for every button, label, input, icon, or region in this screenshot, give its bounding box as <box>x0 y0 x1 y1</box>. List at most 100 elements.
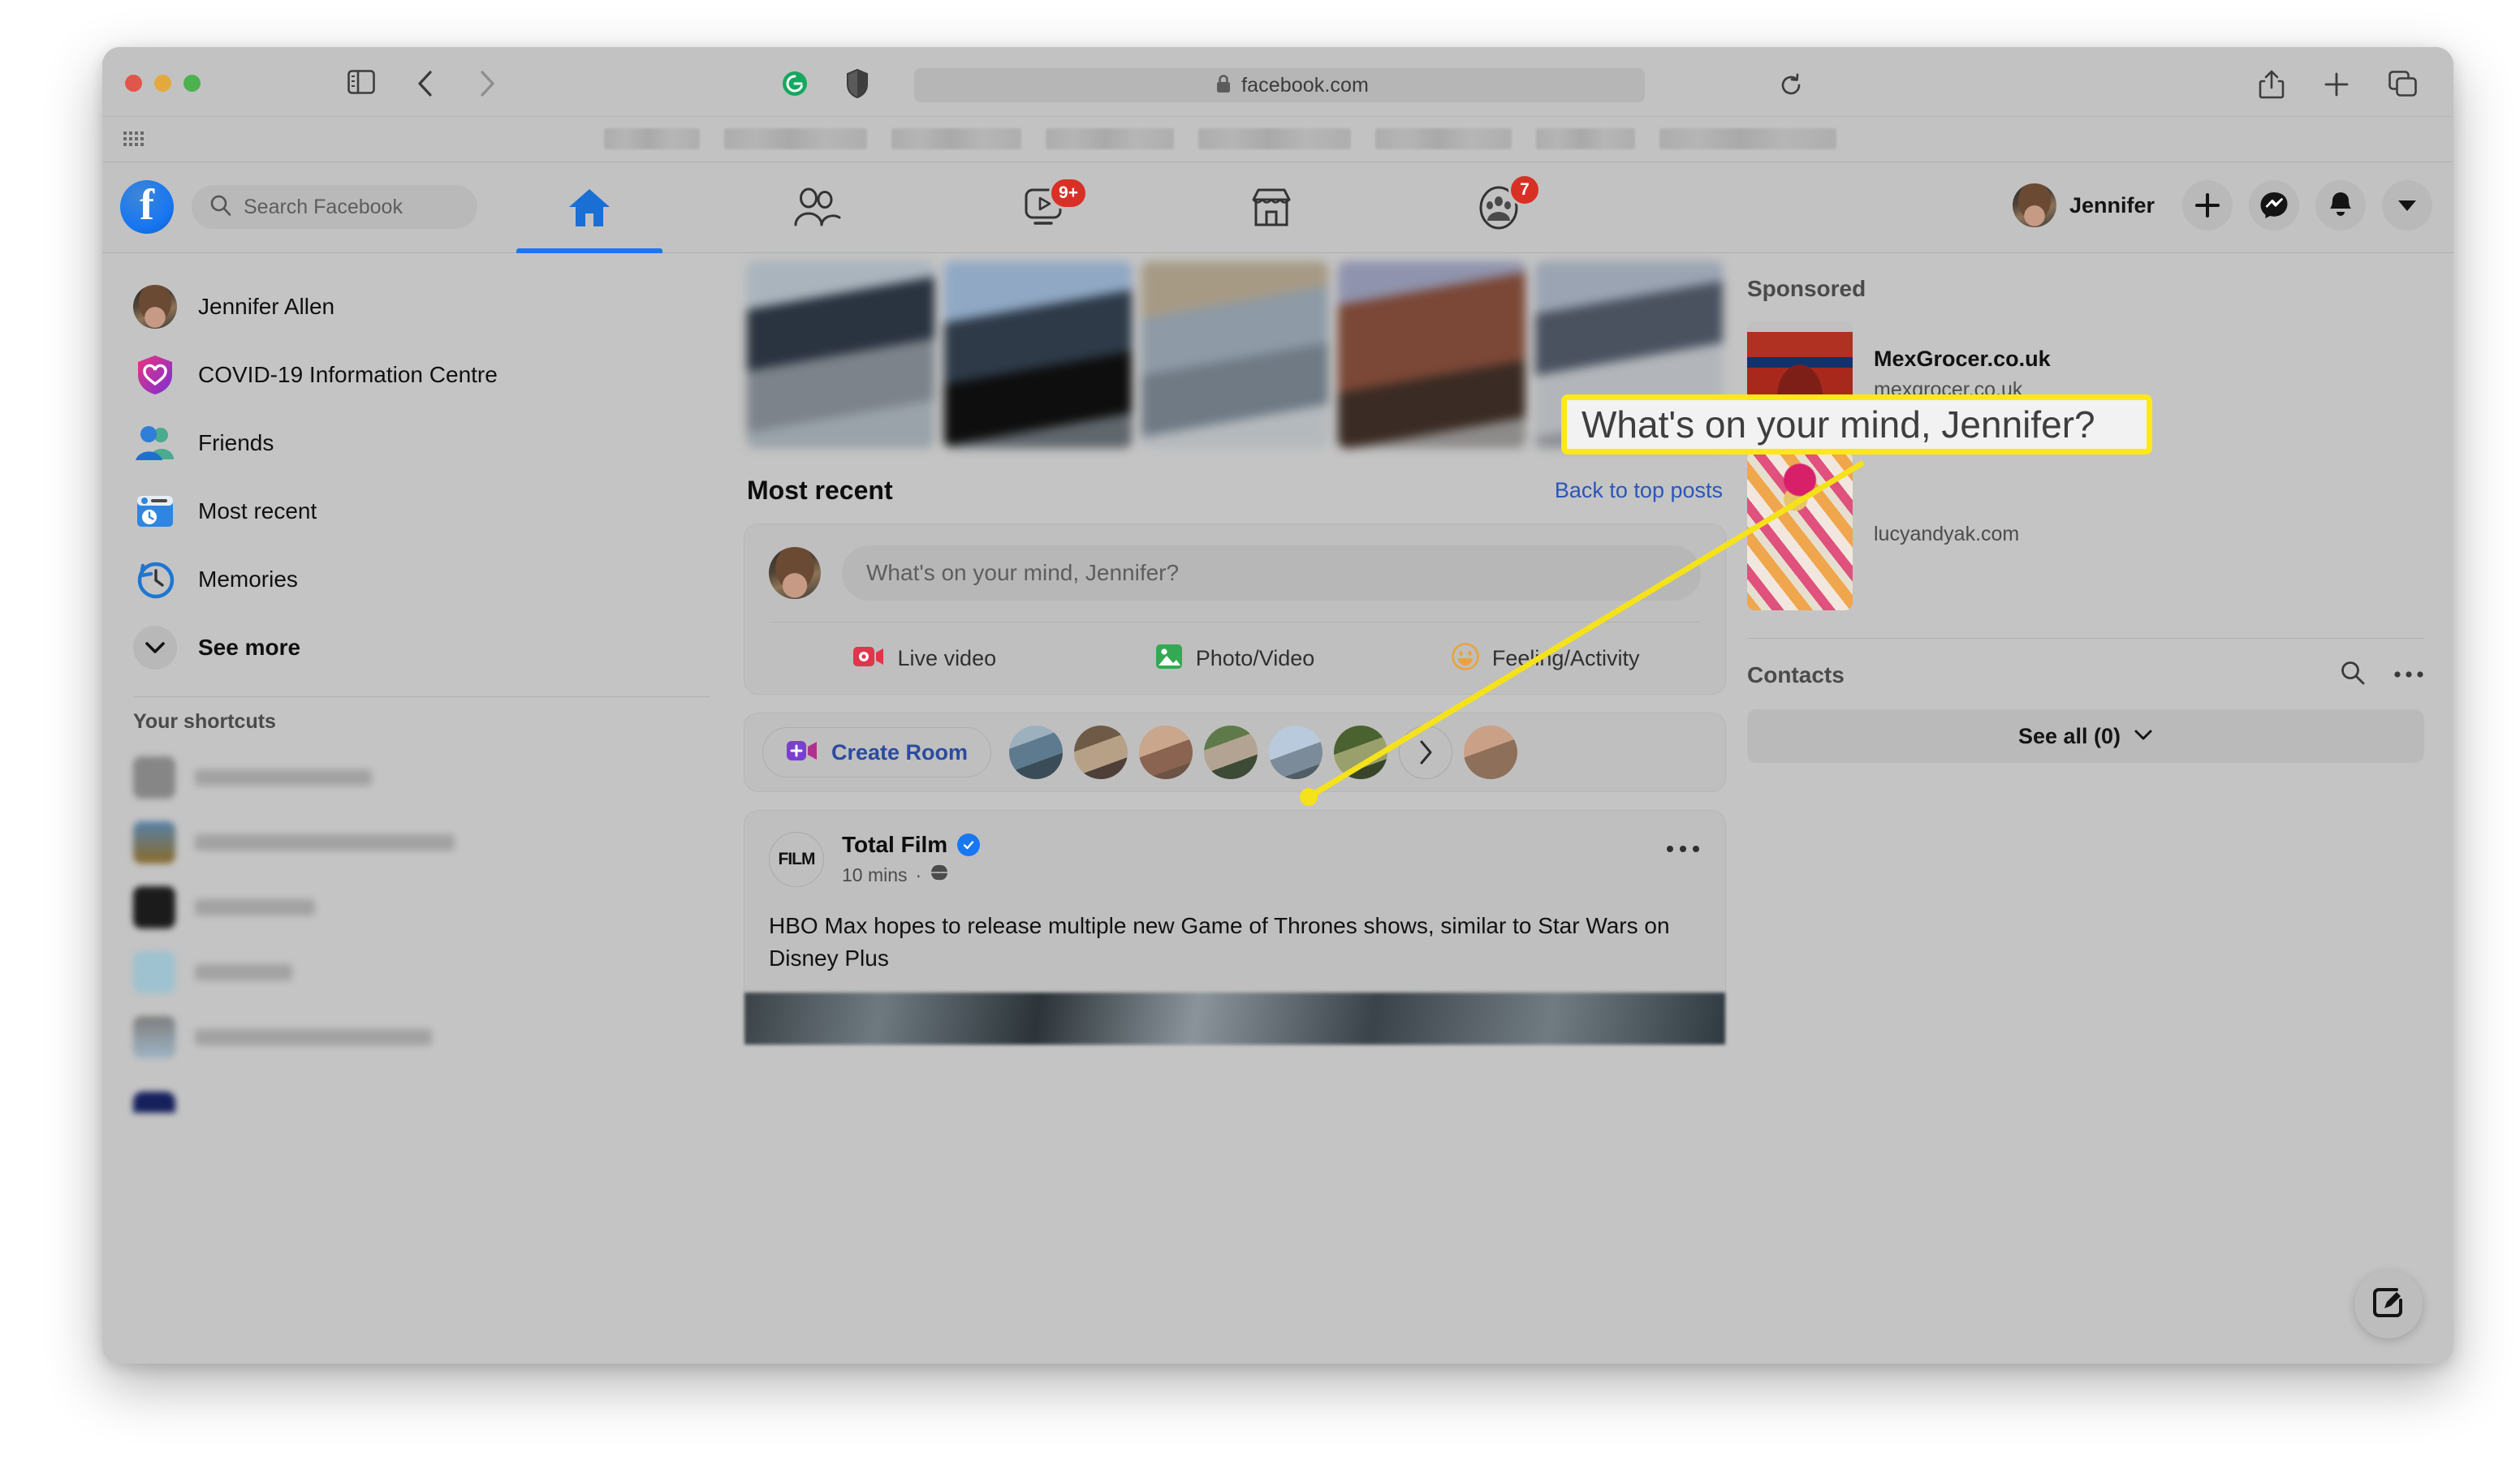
reload-icon[interactable] <box>1779 73 1803 101</box>
messenger-button[interactable] <box>2249 180 2299 230</box>
covid-shield-icon <box>133 353 177 397</box>
sidebar-toggle-icon[interactable] <box>347 70 375 98</box>
list-item[interactable] <box>120 1070 714 1135</box>
grid-icon[interactable] <box>123 131 144 146</box>
shortcut-thumb <box>133 886 175 928</box>
search-icon <box>209 194 232 221</box>
avatar[interactable] <box>1139 726 1193 779</box>
account-menu-button[interactable] <box>2382 180 2432 230</box>
composer-actions: Live video Photo/Video Feeling/Activity <box>769 622 1701 694</box>
feeling-activity-icon <box>1452 642 1479 674</box>
post-image[interactable] <box>744 992 1725 1045</box>
bookmark-item[interactable] <box>724 128 867 149</box>
list-item[interactable] <box>120 940 714 1005</box>
ellipsis-icon[interactable] <box>2393 668 2424 683</box>
search-input[interactable]: Search Facebook <box>192 185 477 229</box>
shortcut-label <box>195 899 315 915</box>
profile-avatar <box>133 285 177 329</box>
avatar[interactable] <box>769 547 821 599</box>
shortcuts-title: Your shortcuts <box>133 710 276 733</box>
chevron-right-icon[interactable] <box>1399 726 1453 779</box>
live-video-label: Live video <box>897 645 997 670</box>
story-card[interactable] <box>1338 261 1526 448</box>
bookmark-item[interactable] <box>1198 128 1351 149</box>
share-icon[interactable] <box>2259 70 2285 103</box>
sidebar-item-label: Jennifer Allen <box>198 294 335 319</box>
story-card[interactable] <box>943 261 1132 448</box>
live-video-button[interactable]: Live video <box>769 622 1080 694</box>
avatar[interactable] <box>1204 726 1258 779</box>
account-name: Jennifer <box>2069 192 2155 218</box>
minimize-window-button[interactable] <box>154 75 171 92</box>
avatar[interactable] <box>1269 726 1323 779</box>
tab-friends[interactable] <box>703 162 930 253</box>
sponsored-ad[interactable]: lucyandyak.com <box>1747 451 2424 610</box>
account-shortcut[interactable]: Jennifer <box>2012 183 2166 227</box>
zoom-window-button[interactable] <box>183 75 201 92</box>
ellipsis-icon[interactable] <box>1665 843 1701 858</box>
shortcut-label <box>195 1029 432 1045</box>
browser-titlebar: facebook.com <box>102 47 2453 117</box>
photo-video-label: Photo/Video <box>1195 645 1315 670</box>
avatar[interactable] <box>1074 726 1128 779</box>
facebook-logo-icon[interactable]: f <box>120 180 174 234</box>
create-room-button[interactable]: Create Room <box>762 727 992 778</box>
list-item[interactable] <box>120 745 714 810</box>
tab-groups[interactable]: 7 <box>1385 162 1612 253</box>
sidebar-item-friends[interactable]: Friends <box>120 409 714 477</box>
sidebar-item-profile[interactable]: Jennifer Allen <box>120 273 714 341</box>
shortcut-label <box>195 834 455 851</box>
avatar[interactable] <box>1464 726 1518 779</box>
ad-thumbnail[interactable] <box>1747 451 1853 610</box>
bookmark-item[interactable] <box>891 128 1021 149</box>
avatar[interactable] <box>1009 726 1064 779</box>
search-icon[interactable] <box>2340 660 2366 690</box>
sidebar-item-label: See more <box>198 635 301 660</box>
bookmark-item[interactable] <box>1536 128 1635 149</box>
see-all-contacts-button[interactable]: See all (0) <box>1747 709 2424 763</box>
sidebar-item-most-recent[interactable]: Most recent <box>120 477 714 545</box>
shortcut-thumb <box>133 1092 175 1113</box>
nav-back-icon[interactable] <box>416 70 435 101</box>
tab-overview-icon[interactable] <box>2388 71 2418 102</box>
page-logo[interactable]: FILM <box>769 832 824 887</box>
bookmark-item[interactable] <box>604 128 700 149</box>
back-to-top-posts-link[interactable]: Back to top posts <box>1555 478 1723 503</box>
tab-home[interactable] <box>476 162 703 253</box>
grammarly-icon[interactable] <box>781 70 809 97</box>
bookmark-item[interactable] <box>1375 128 1512 149</box>
screenshot-root: facebook.com f Search Facebook 9+ 7 Jenn… <box>0 0 2520 1469</box>
facebook-tabs: 9+ 7 <box>476 162 1612 253</box>
list-item[interactable] <box>120 810 714 875</box>
feeling-activity-button[interactable]: Feeling/Activity <box>1390 622 1701 694</box>
compose-message-button[interactable] <box>2354 1270 2423 1338</box>
bookmark-item[interactable] <box>1046 128 1174 149</box>
post-author-name[interactable]: Total Film <box>842 832 947 858</box>
address-bar-content[interactable]: facebook.com <box>1040 68 1543 102</box>
sidebar-item-label: Friends <box>198 430 274 455</box>
story-card[interactable] <box>747 261 934 448</box>
nav-forward-icon[interactable] <box>477 70 497 101</box>
privacy-shield-icon[interactable] <box>846 68 869 103</box>
bookmark-items <box>604 128 1836 149</box>
composer-input[interactable]: What's on your mind, Jennifer? <box>842 545 1701 601</box>
shortcut-label <box>195 769 372 786</box>
sidebar-item-memories[interactable]: Memories <box>120 545 714 614</box>
tab-marketplace[interactable] <box>1158 162 1385 253</box>
tab-watch[interactable]: 9+ <box>930 162 1158 253</box>
chevron-down-icon <box>2134 728 2153 745</box>
story-card[interactable] <box>1141 261 1329 448</box>
avatar[interactable] <box>1334 726 1388 779</box>
bookmark-item[interactable] <box>1659 128 1836 149</box>
sidebar-item-see-more[interactable]: See more <box>120 614 714 682</box>
create-button[interactable] <box>2182 180 2233 230</box>
post-meta: 10 mins · <box>842 863 980 887</box>
sidebar-item-covid[interactable]: COVID-19 Information Centre <box>120 341 714 409</box>
list-item[interactable] <box>120 875 714 940</box>
notifications-button[interactable] <box>2315 180 2366 230</box>
photo-video-button[interactable]: Photo/Video <box>1080 622 1391 694</box>
close-window-button[interactable] <box>125 75 142 92</box>
sidebar-item-label: Most recent <box>198 498 317 523</box>
new-tab-plus-icon[interactable] <box>2324 71 2350 101</box>
list-item[interactable] <box>120 1005 714 1070</box>
